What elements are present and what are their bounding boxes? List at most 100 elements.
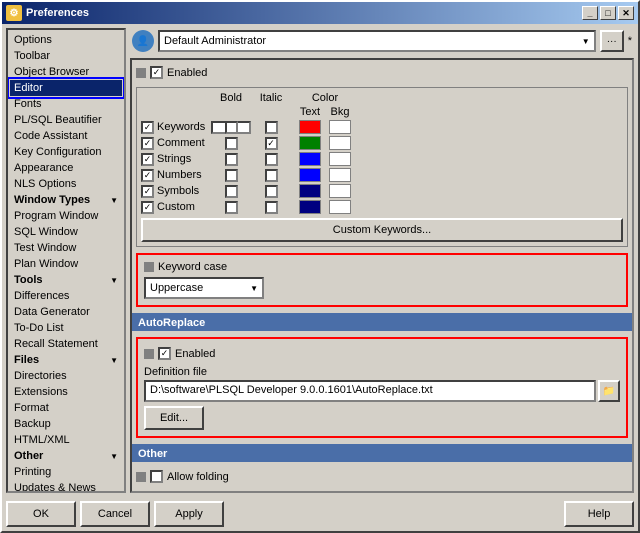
- custom-bold-cb[interactable]: [225, 201, 238, 214]
- enabled-checkbox[interactable]: [150, 66, 163, 79]
- autoreplace-enabled-checkbox[interactable]: [158, 347, 171, 360]
- strings-checkbox[interactable]: [141, 153, 154, 166]
- profile-icon: 👤: [132, 30, 154, 52]
- keyword-case-label: Keyword case: [158, 261, 227, 273]
- sidebar-section-files[interactable]: Files ▼: [10, 352, 122, 368]
- sidebar-item-key-configuration[interactable]: Key Configuration: [10, 144, 122, 160]
- numbers-italic-cb[interactable]: [265, 169, 278, 182]
- profile-menu-button[interactable]: ···: [600, 30, 624, 52]
- sidebar-item-todo-list[interactable]: To-Do List: [10, 320, 122, 336]
- sidebar-item-fonts[interactable]: Fonts: [10, 96, 122, 112]
- strings-bkg-color[interactable]: [329, 152, 351, 166]
- definition-file-input-row: D:\software\PLSQL Developer 9.0.0.1601\A…: [144, 380, 620, 402]
- bottom-right-buttons: Help: [564, 501, 634, 527]
- custom-bkg-color[interactable]: [329, 200, 351, 214]
- keyword-case-dropdown-arrow: ▼: [250, 284, 258, 293]
- color-table-wrapper: Bold Italic Color Text Bkg: [136, 87, 628, 247]
- keywords-text-color[interactable]: [299, 120, 321, 134]
- numbers-text-color[interactable]: [299, 168, 321, 182]
- title-icon: ⚙: [6, 5, 22, 21]
- keyword-case-select[interactable]: Uppercase ▼: [144, 277, 264, 299]
- maximize-button[interactable]: □: [600, 6, 616, 20]
- keywords-bold-cb[interactable]: [211, 121, 251, 134]
- comment-label: Comment: [157, 137, 205, 149]
- symbols-bold-cb[interactable]: [225, 185, 238, 198]
- sidebar-item-plan-window[interactable]: Plan Window: [10, 256, 122, 272]
- custom-italic-cb[interactable]: [265, 201, 278, 214]
- custom-checkbox[interactable]: [141, 201, 154, 214]
- sidebar-item-differences[interactable]: Differences: [10, 288, 122, 304]
- comment-checkbox[interactable]: [141, 137, 154, 150]
- ok-button[interactable]: OK: [6, 501, 76, 527]
- sidebar-item-html-xml[interactable]: HTML/XML: [10, 432, 122, 448]
- sidebar-item-recall-statement[interactable]: Recall Statement: [10, 336, 122, 352]
- autoreplace-indicator: [144, 349, 154, 359]
- allow-folding-checkbox[interactable]: [150, 470, 163, 483]
- window-types-arrow: ▼: [110, 196, 118, 205]
- sidebar-item-code-assistant[interactable]: Code Assistant: [10, 128, 122, 144]
- strings-text-color[interactable]: [299, 152, 321, 166]
- profile-dropdown[interactable]: Default Administrator ▼: [158, 30, 596, 52]
- sidebar-section-other[interactable]: Other ▼: [10, 448, 122, 464]
- keywords-bkg-color[interactable]: [329, 120, 351, 134]
- numbers-bold-cb[interactable]: [225, 169, 238, 182]
- cancel-button[interactable]: Cancel: [80, 501, 150, 527]
- comment-text-color[interactable]: [299, 136, 321, 150]
- table-row: Symbols: [141, 184, 623, 198]
- custom-label: Custom: [157, 201, 195, 213]
- minimize-button[interactable]: _: [582, 6, 598, 20]
- sidebar-item-program-window[interactable]: Program Window: [10, 208, 122, 224]
- bold-header: Bold: [211, 92, 251, 104]
- symbols-checkbox[interactable]: [141, 185, 154, 198]
- browse-button[interactable]: 📁: [598, 380, 620, 402]
- symbols-bkg-color[interactable]: [329, 184, 351, 198]
- sidebar-item-printing[interactable]: Printing: [10, 464, 122, 480]
- custom-text-color[interactable]: [299, 200, 321, 214]
- title-text: Preferences: [26, 7, 582, 19]
- sidebar-item-sql-window[interactable]: SQL Window: [10, 224, 122, 240]
- sidebar-item-backup[interactable]: Backup: [10, 416, 122, 432]
- sidebar-item-directories[interactable]: Directories: [10, 368, 122, 384]
- close-button[interactable]: ✕: [618, 6, 634, 20]
- color-header: Color: [295, 92, 355, 104]
- strings-italic-cb[interactable]: [265, 153, 278, 166]
- sidebar-item-plsql-beautifier[interactable]: PL/SQL Beautifier: [10, 112, 122, 128]
- numbers-checkbox[interactable]: [141, 169, 154, 182]
- keywords-italic-cb[interactable]: [265, 121, 278, 134]
- strings-bold-cb[interactable]: [225, 153, 238, 166]
- sidebar-item-options[interactable]: Options: [10, 32, 122, 48]
- window-content: Options Toolbar Object Browser Editor Fo…: [2, 24, 638, 497]
- autoreplace-enabled-row: Enabled: [144, 345, 620, 362]
- sidebar-item-format[interactable]: Format: [10, 400, 122, 416]
- apply-button[interactable]: Apply: [154, 501, 224, 527]
- keywords-checkbox[interactable]: [141, 121, 154, 134]
- sidebar-item-data-generator[interactable]: Data Generator: [10, 304, 122, 320]
- allow-folding-row: Allow folding: [136, 468, 628, 485]
- sidebar-section-window-types[interactable]: Window Types ▼: [10, 192, 122, 208]
- custom-keywords-button[interactable]: Custom Keywords...: [141, 218, 623, 242]
- sidebar-item-test-window[interactable]: Test Window: [10, 240, 122, 256]
- comment-bkg-color[interactable]: [329, 136, 351, 150]
- sidebar-item-nls-options[interactable]: NLS Options: [10, 176, 122, 192]
- comment-bold-cb[interactable]: [225, 137, 238, 150]
- sidebar-item-object-browser[interactable]: Object Browser: [10, 64, 122, 80]
- sidebar-item-toolbar[interactable]: Toolbar: [10, 48, 122, 64]
- symbols-label: Symbols: [157, 185, 199, 197]
- sidebar-item-extensions[interactable]: Extensions: [10, 384, 122, 400]
- edit-button[interactable]: Edit...: [144, 406, 204, 430]
- sidebar-item-appearance[interactable]: Appearance: [10, 160, 122, 176]
- sidebar-item-editor[interactable]: Editor: [10, 80, 122, 96]
- sidebar-section-tools[interactable]: Tools ▼: [10, 272, 122, 288]
- help-button[interactable]: Help: [564, 501, 634, 527]
- numbers-bkg-color[interactable]: [329, 168, 351, 182]
- allow-folding-label: Allow folding: [167, 471, 229, 483]
- symbols-text-color[interactable]: [299, 184, 321, 198]
- title-buttons: _ □ ✕: [582, 6, 634, 20]
- profile-dropdown-arrow: ▼: [582, 37, 590, 46]
- sidebar-item-updates-news[interactable]: Updates & News: [10, 480, 122, 493]
- enabled-row: Enabled: [136, 64, 628, 81]
- definition-file-input[interactable]: D:\software\PLSQL Developer 9.0.0.1601\A…: [144, 380, 596, 402]
- symbols-italic-cb[interactable]: [265, 185, 278, 198]
- comment-italic-cb[interactable]: [265, 137, 278, 150]
- strings-label: Strings: [157, 153, 191, 165]
